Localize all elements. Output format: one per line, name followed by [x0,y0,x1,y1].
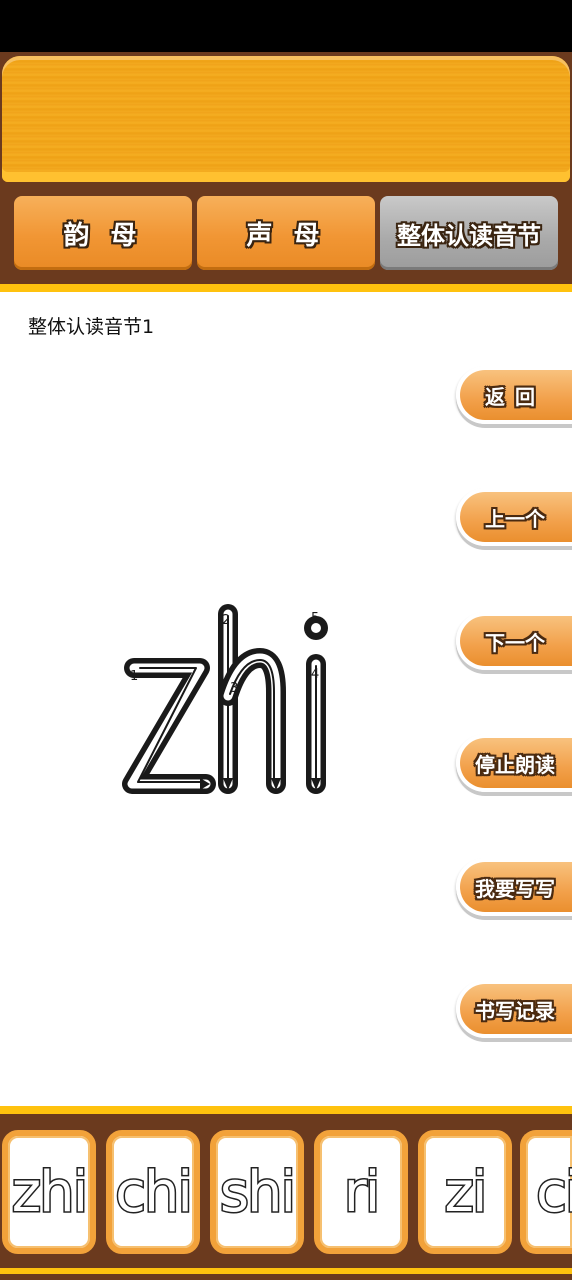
page-title: 整体认读音节1 [28,316,155,338]
tab-whole-syllables[interactable]: 整体认读音节 [380,196,558,270]
syllable-label: zhi [10,1158,89,1226]
divider [0,1106,572,1114]
syllable-label: chi [114,1158,194,1226]
syllable-label: zi [443,1158,489,1226]
tab-strip: 韵 母 声 母 整体认读音节 [0,186,572,286]
banner-wood-panel [2,56,570,182]
stroke-number: 3 [230,681,238,696]
syllable-card-zhi[interactable]: zhi [2,1130,96,1254]
back-button[interactable]: 返回 [456,366,572,424]
stroke-number: 2 [222,613,230,628]
syllable-card-ri[interactable]: ri [314,1130,408,1254]
syllable-card-chi[interactable]: chi [106,1130,200,1254]
stroke-order-illustration: 1 2 3 4 5 [122,604,328,794]
stroke-number: 1 [130,669,138,684]
stroke-number: 5 [311,611,319,626]
app-window: 韵 母 声 母 整体认读音节 整体认读音节1 返回 上一个 下一个 停止朗读 我… [0,0,572,1280]
syllable-display[interactable]: 1 2 3 4 5 [118,552,334,830]
syllable-label: ri [342,1158,382,1226]
status-bar [0,0,572,52]
prev-button[interactable]: 上一个 [456,488,572,546]
syllable-label: shi [218,1158,297,1226]
tab-initials[interactable]: 声 母 [197,196,375,270]
top-banner [0,52,572,186]
tab-finals[interactable]: 韵 母 [14,196,192,270]
syllable-card-shi[interactable]: shi [210,1130,304,1254]
divider [0,1268,572,1274]
want-write-button[interactable]: 我要写写 [456,858,572,916]
syllable-label: ci [534,1158,572,1226]
next-button[interactable]: 下一个 [456,612,572,670]
syllable-card-zi[interactable]: zi [418,1130,512,1254]
stop-reading-button[interactable]: 停止朗读 [456,734,572,792]
divider [0,284,572,292]
write-record-button[interactable]: 书写记录 [456,980,572,1038]
syllable-card-ci[interactable]: ci [520,1130,572,1254]
stroke-number: 4 [311,667,319,682]
